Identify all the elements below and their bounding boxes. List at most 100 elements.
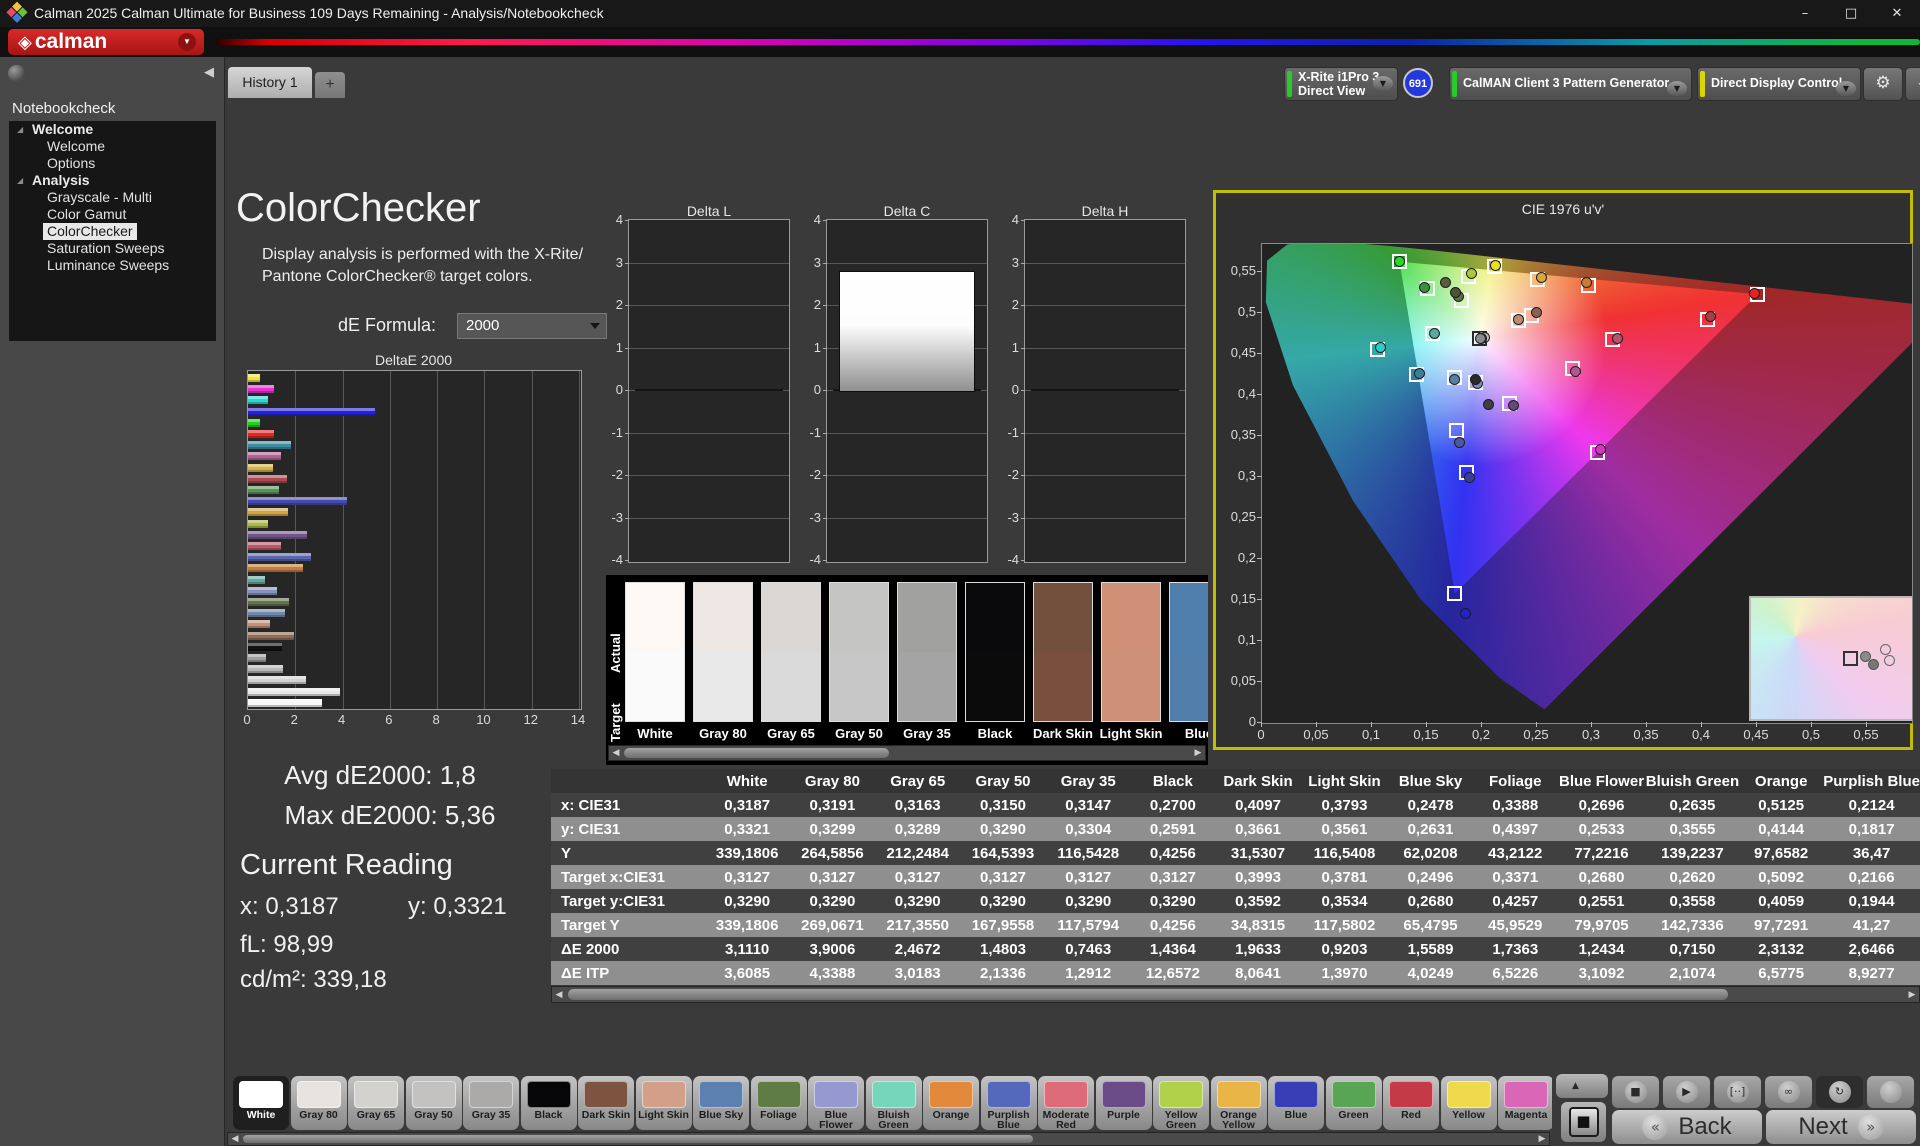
blank-icon[interactable] xyxy=(1867,1076,1914,1108)
patch-button-blue-sky[interactable]: Blue Sky xyxy=(693,1076,749,1130)
maximize-button[interactable]: □ xyxy=(1828,0,1874,27)
bar-foliage xyxy=(248,598,289,606)
tab-history-1[interactable]: History 1 xyxy=(228,67,312,98)
patch-button-magenta[interactable]: Magenta xyxy=(1498,1076,1554,1130)
sidebar-collapse-icon[interactable]: ◀ xyxy=(204,65,214,80)
cie-plot[interactable]: RGB Triplet: 255, 255, 255 xyxy=(1261,243,1913,724)
bar-yellow-green xyxy=(248,520,268,528)
chevron-down-icon[interactable]: ▼ xyxy=(1836,81,1856,96)
sidebar-item-options[interactable]: Options xyxy=(9,155,216,172)
calman-menu-button[interactable]: ◈ calman ▼ xyxy=(8,29,204,55)
patch-button-orange[interactable]: Orange xyxy=(923,1076,979,1130)
table-cell: 6,5226 xyxy=(1473,961,1557,985)
patch-button-yellow-green[interactable]: Yellow Green xyxy=(1153,1076,1209,1130)
table-scrollbar[interactable]: ◀ ▶ xyxy=(551,986,1920,1003)
loop-icon[interactable]: ∞ xyxy=(1765,1076,1812,1108)
pattern-generator-dropdown[interactable]: CalMAN Client 3 Pattern Generator ▼ xyxy=(1449,67,1692,101)
minimize-button[interactable]: – xyxy=(1782,0,1828,27)
de-formula-select[interactable]: 2000 xyxy=(457,313,607,339)
target-swatch xyxy=(694,652,752,721)
calman-menu-arrow-icon[interactable]: ▼ xyxy=(178,33,196,51)
sidebar-item-saturation-sweeps[interactable]: Saturation Sweeps xyxy=(9,240,216,257)
stop-icon[interactable]: ■ xyxy=(1612,1076,1659,1108)
patch-button-gray-50[interactable]: Gray 50 xyxy=(406,1076,462,1130)
patch-button-gray-65[interactable]: Gray 65 xyxy=(348,1076,404,1130)
y-tick-label: 2 xyxy=(995,297,1019,312)
pattern-up-button[interactable]: ▲ xyxy=(1556,1074,1608,1098)
sidebar-item-analysis[interactable]: ◢Analysis xyxy=(9,172,216,189)
refresh-icon[interactable]: ↻ xyxy=(1816,1076,1863,1108)
next-button[interactable]: Next » xyxy=(1766,1110,1916,1144)
gridline xyxy=(629,475,789,476)
bar-white xyxy=(248,699,322,707)
close-button[interactable]: ✕ xyxy=(1874,0,1920,27)
swatch-label: Dark Skin xyxy=(1029,726,1097,741)
cie-y-tick-label: 0,2 xyxy=(1218,550,1256,565)
table-row: x: CIE310,31870,31910,31630,31500,31470,… xyxy=(551,793,1920,817)
patch-button-moderate-red[interactable]: Moderate Red xyxy=(1038,1076,1094,1130)
back-button[interactable]: « Back xyxy=(1612,1110,1762,1144)
patch-button-yellow[interactable]: Yellow xyxy=(1441,1076,1497,1130)
display-control-dropdown[interactable]: Direct Display Control ▼ xyxy=(1697,67,1861,101)
table-cell: 164,5393 xyxy=(960,841,1045,865)
patch-button-black[interactable]: Black xyxy=(521,1076,577,1130)
patch-button-bluish-green[interactable]: Bluish Green xyxy=(866,1076,922,1130)
cie-x-tick-label: 0,15 xyxy=(1408,727,1444,742)
patch-button-dark-skin[interactable]: Dark Skin xyxy=(578,1076,634,1130)
gear-icon[interactable]: ⚙ xyxy=(1863,67,1903,101)
tab-add-button[interactable]: + xyxy=(315,72,345,98)
table-cell: 1,9633 xyxy=(1215,937,1301,961)
patch-button-white[interactable]: White xyxy=(233,1076,289,1130)
table-cell: 0,2696 xyxy=(1557,793,1645,817)
patch-swatch xyxy=(239,1081,283,1108)
tree-expand-icon[interactable]: ◢ xyxy=(17,121,23,138)
patch-button-blue[interactable]: Blue xyxy=(1268,1076,1324,1130)
tick xyxy=(625,518,629,519)
patch-button-orange-yellow[interactable]: Orange Yellow xyxy=(1211,1076,1267,1130)
patch-button-light-skin[interactable]: Light Skin xyxy=(636,1076,692,1130)
sidebar-item-welcome[interactable]: Welcome xyxy=(9,138,216,155)
patch-button-gray-80[interactable]: Gray 80 xyxy=(291,1076,347,1130)
table-row: Target Y339,1806269,0671217,3550167,9558… xyxy=(551,913,1920,937)
tree-expand-icon[interactable]: ◢ xyxy=(17,172,23,189)
patch-button-gray-35[interactable]: Gray 35 xyxy=(463,1076,519,1130)
patch-swatch xyxy=(872,1081,916,1108)
actual-swatch xyxy=(762,583,820,652)
pattern-window-button[interactable]: ■ xyxy=(1561,1102,1606,1142)
patch-button-purplish-blue[interactable]: Purplish Blue xyxy=(981,1076,1037,1130)
chevron-down-icon[interactable]: ▼ xyxy=(1373,76,1393,91)
bar-bluish-green xyxy=(248,576,265,584)
target-swatch xyxy=(966,652,1024,721)
cie-y-tick-label: 0 xyxy=(1218,714,1256,729)
patch-button-purple[interactable]: Purple xyxy=(1096,1076,1152,1130)
patch-button-foliage[interactable]: Foliage xyxy=(751,1076,807,1130)
table-row: Y339,1806264,5856212,2484164,5393116,542… xyxy=(551,841,1920,865)
table-row: ΔE 20003,11103,90062,46721,48030,74631,4… xyxy=(551,937,1920,961)
sidebar-item-colorchecker[interactable]: ColorChecker xyxy=(9,223,216,240)
sidebar-orb-icon[interactable] xyxy=(8,65,25,82)
swatch-black xyxy=(965,582,1025,722)
sidebar-item-grayscale-multi[interactable]: Grayscale - Multi xyxy=(9,189,216,206)
sidebar-item-welcome[interactable]: ◢Welcome xyxy=(9,121,216,138)
table-cell: 12,6572 xyxy=(1131,961,1215,985)
table-cell: 1,5589 xyxy=(1388,937,1473,961)
swatch-strip-scrollbar[interactable]: ◀▶ xyxy=(608,745,1206,761)
sidebar-item-luminance-sweeps[interactable]: Luminance Sweeps xyxy=(9,257,216,274)
measured-dot-marker xyxy=(1414,368,1425,379)
table-cell: 36,47 xyxy=(1823,841,1920,865)
chevron-down-icon[interactable]: ▼ xyxy=(1667,81,1687,96)
patch-button-green[interactable]: Green xyxy=(1326,1076,1382,1130)
play-icon[interactable]: ▶ xyxy=(1663,1076,1710,1108)
patch-bar-scrollbar[interactable]: ◀ ▶ xyxy=(227,1132,1550,1146)
meter-dropdown[interactable]: X-Rite i1Pro 3Direct View ▼ xyxy=(1284,67,1398,101)
tick xyxy=(1481,722,1482,727)
target-square-marker xyxy=(1447,586,1462,601)
sidebar-item-color-gamut[interactable]: Color Gamut xyxy=(9,206,216,223)
pattern-generator-status-stripe xyxy=(1452,71,1457,97)
collapse-right-icon[interactable]: ◀ xyxy=(1905,67,1920,101)
y-tick-label: -2 xyxy=(797,467,821,482)
range-icon[interactable]: [··] xyxy=(1714,1076,1761,1108)
avg-de2000: Avg dE2000: 1,8 xyxy=(240,760,520,791)
patch-button-blue-flower[interactable]: Blue Flower xyxy=(808,1076,864,1130)
patch-button-red[interactable]: Red xyxy=(1383,1076,1439,1130)
